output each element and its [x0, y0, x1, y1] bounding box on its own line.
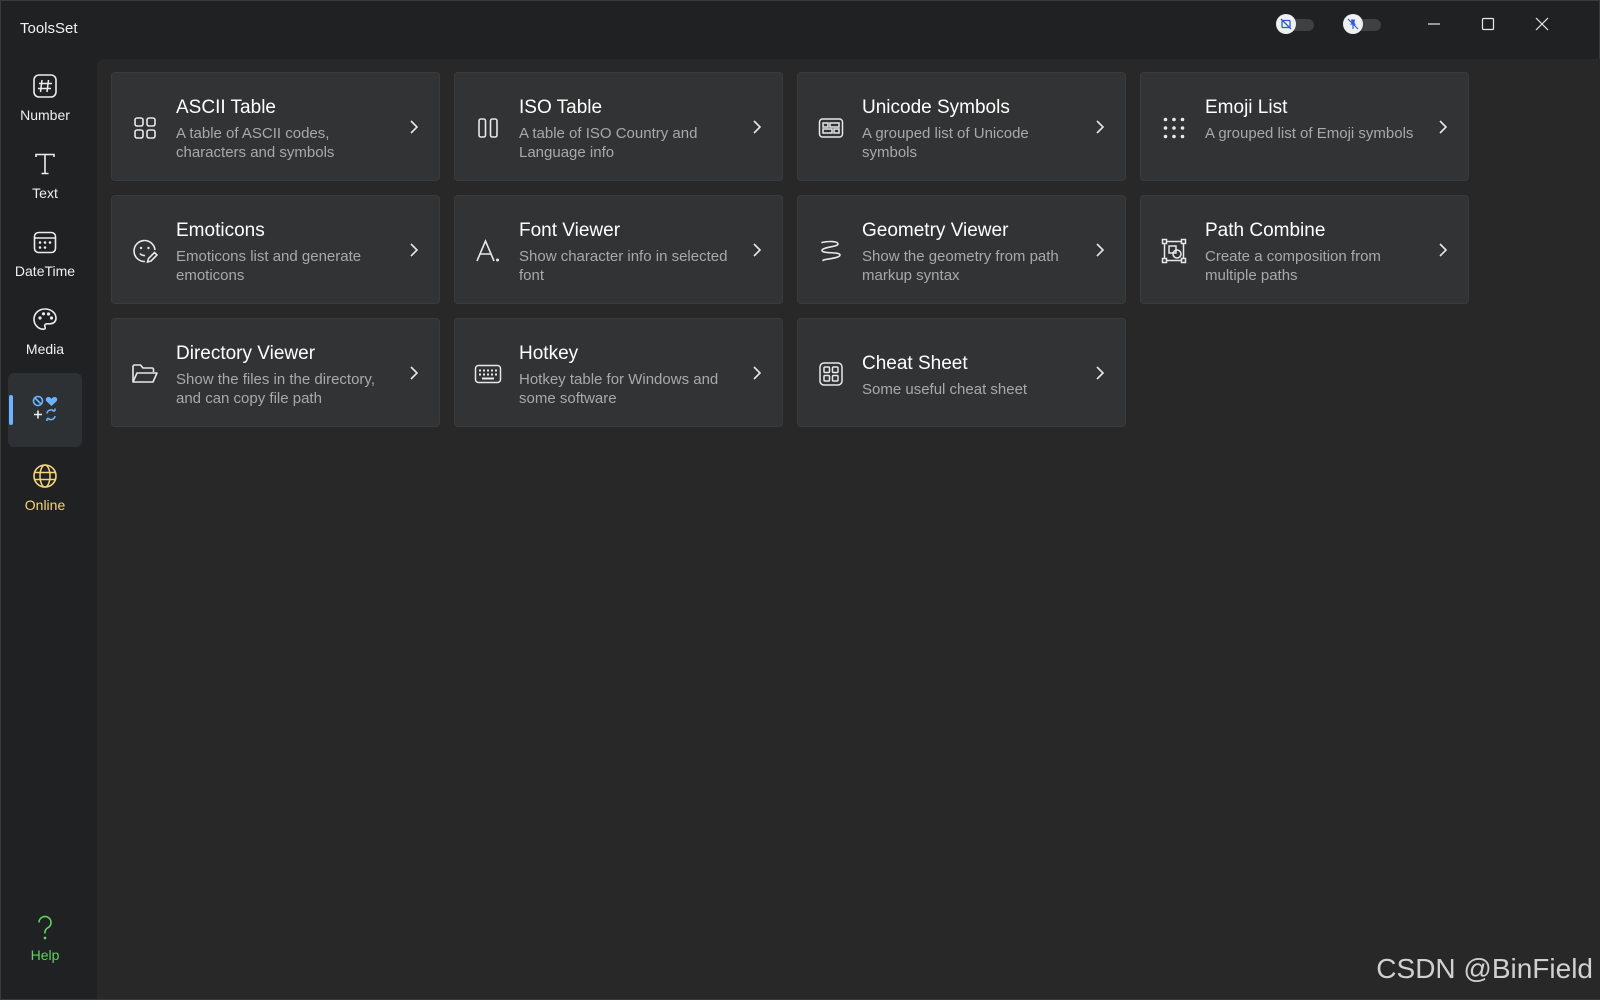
- card-description: Some useful cheat sheet: [862, 381, 1028, 398]
- close-button[interactable]: [1519, 7, 1565, 41]
- minimize-icon: [1428, 23, 1440, 25]
- folder-open-icon: [130, 359, 160, 389]
- card-description: A grouped list of Unicode symbols: [862, 125, 1029, 161]
- card-hotkey[interactable]: Hotkey Hotkey table for Windows and some…: [454, 318, 783, 427]
- sidebar-item-label: Help: [30, 947, 60, 963]
- text-t-icon: [30, 149, 60, 179]
- card-title: ISO Table: [519, 97, 603, 118]
- chevron-right-icon: [749, 117, 765, 137]
- chevron-right-icon: [1092, 117, 1108, 137]
- screenshot-protect-toggle[interactable]: [1276, 14, 1316, 34]
- question-icon: [30, 913, 60, 943]
- chevron-right-icon: [406, 240, 422, 260]
- card-directory-viewer[interactable]: Directory Viewer Show the files in the d…: [111, 318, 440, 427]
- card-description: Emoticons list and generate emoticons: [176, 248, 362, 284]
- sidebar-item-label: Text: [32, 185, 58, 201]
- card-title: ASCII Table: [176, 97, 276, 118]
- maximize-button[interactable]: [1465, 7, 1511, 41]
- pin-toggle[interactable]: [1343, 14, 1383, 34]
- card-emoticons[interactable]: Emoticons Emoticons list and generate em…: [111, 195, 440, 304]
- chevron-right-icon: [406, 117, 422, 137]
- sidebar: Number Text DateTime Media Online Help: [1, 59, 87, 999]
- symbols-board-icon: [816, 113, 846, 143]
- math-symbols-icon: [30, 393, 60, 423]
- card-title: Hotkey: [519, 343, 579, 364]
- card-title: Geometry Viewer: [862, 220, 1009, 241]
- squiggle-icon: [816, 236, 846, 266]
- hash-icon: [30, 71, 60, 101]
- chevron-right-icon: [1435, 240, 1451, 260]
- keyboard-icon: [473, 359, 503, 389]
- card-title: Font Viewer: [519, 220, 621, 241]
- card-title: Unicode Symbols: [862, 97, 1010, 118]
- card-description: A table of ASCII codes, characters and s…: [176, 125, 335, 161]
- app-title: ToolsSet: [20, 20, 78, 37]
- selection-indicator: [9, 395, 13, 425]
- card-title: Emoticons: [176, 220, 265, 241]
- pin-off-icon: [1343, 14, 1363, 34]
- sidebar-item-symbols[interactable]: [8, 373, 82, 447]
- sidebar-item-online[interactable]: Online: [8, 451, 82, 525]
- dots-grid-icon: [1159, 113, 1189, 143]
- card-description: Show character info in selected font: [519, 248, 728, 284]
- sidebar-item-label: Online: [24, 497, 66, 513]
- sidebar-item-media[interactable]: Media: [8, 295, 82, 369]
- card-title: Directory Viewer: [176, 343, 316, 364]
- cheat-sheet-icon: [816, 359, 846, 389]
- sidebar-item-label: Number: [20, 107, 70, 123]
- card-title: Path Combine: [1205, 220, 1326, 241]
- columns-icon: [473, 113, 503, 143]
- card-ascii-table[interactable]: ASCII Table A table of ASCII codes, char…: [111, 72, 440, 181]
- chevron-right-icon: [1435, 117, 1451, 137]
- card-description: Show the files in the directory, and can…: [176, 371, 375, 407]
- sidebar-item-datetime[interactable]: DateTime: [8, 217, 82, 291]
- tools-grid: ASCII Table A table of ASCII codes, char…: [97, 59, 1600, 999]
- title-bar[interactable]: ToolsSet: [1, 1, 1599, 59]
- shapes-combine-icon: [1159, 236, 1189, 266]
- font-icon: [473, 236, 503, 266]
- calendar-icon: [30, 227, 60, 257]
- card-title: Emoji List: [1205, 97, 1288, 118]
- chevron-right-icon: [749, 363, 765, 383]
- palette-icon: [30, 305, 60, 335]
- watermark: CSDN @BinField: [1376, 953, 1593, 984]
- globe-icon: [30, 461, 60, 491]
- card-description: Create a composition from multiple paths: [1205, 248, 1381, 284]
- card-cheat-sheet[interactable]: Cheat Sheet Some useful cheat sheet: [797, 318, 1126, 427]
- sidebar-item-text[interactable]: Text: [8, 139, 82, 213]
- chevron-right-icon: [749, 240, 765, 260]
- card-path-combine[interactable]: Path Combine Create a composition from m…: [1140, 195, 1469, 304]
- close-icon: [1535, 17, 1549, 31]
- minimize-button[interactable]: [1411, 7, 1457, 41]
- card-description: Hotkey table for Windows and some softwa…: [519, 371, 719, 407]
- card-description: A table of ISO Country and Language info: [519, 125, 698, 161]
- sidebar-item-label: Media: [25, 341, 65, 357]
- sidebar-item-label: DateTime: [14, 263, 76, 279]
- sidebar-item-help[interactable]: Help: [8, 903, 82, 977]
- card-emoji-list[interactable]: Emoji List A grouped list of Emoji symbo…: [1140, 72, 1469, 181]
- chevron-right-icon: [406, 363, 422, 383]
- chevron-right-icon: [1092, 363, 1108, 383]
- card-description: A grouped list of Emoji symbols: [1205, 125, 1414, 142]
- card-iso-table[interactable]: ISO Table A table of ISO Country and Lan…: [454, 72, 783, 181]
- emoji-edit-icon: [130, 236, 160, 266]
- app-window: ToolsSet Number Text DateTime Media Onli…: [0, 0, 1600, 1000]
- card-title: Cheat Sheet: [862, 353, 968, 374]
- maximize-icon: [1481, 17, 1495, 31]
- card-description: Show the geometry from path markup synta…: [862, 248, 1059, 284]
- chevron-right-icon: [1092, 240, 1108, 260]
- grid-icon: [130, 113, 160, 143]
- sidebar-item-number[interactable]: Number: [8, 61, 82, 135]
- card-unicode-symbols[interactable]: Unicode Symbols A grouped list of Unicod…: [797, 72, 1126, 181]
- card-font-viewer[interactable]: Font Viewer Show character info in selec…: [454, 195, 783, 304]
- card-geometry-viewer[interactable]: Geometry Viewer Show the geometry from p…: [797, 195, 1126, 304]
- screenshot-block-icon: [1276, 14, 1296, 34]
